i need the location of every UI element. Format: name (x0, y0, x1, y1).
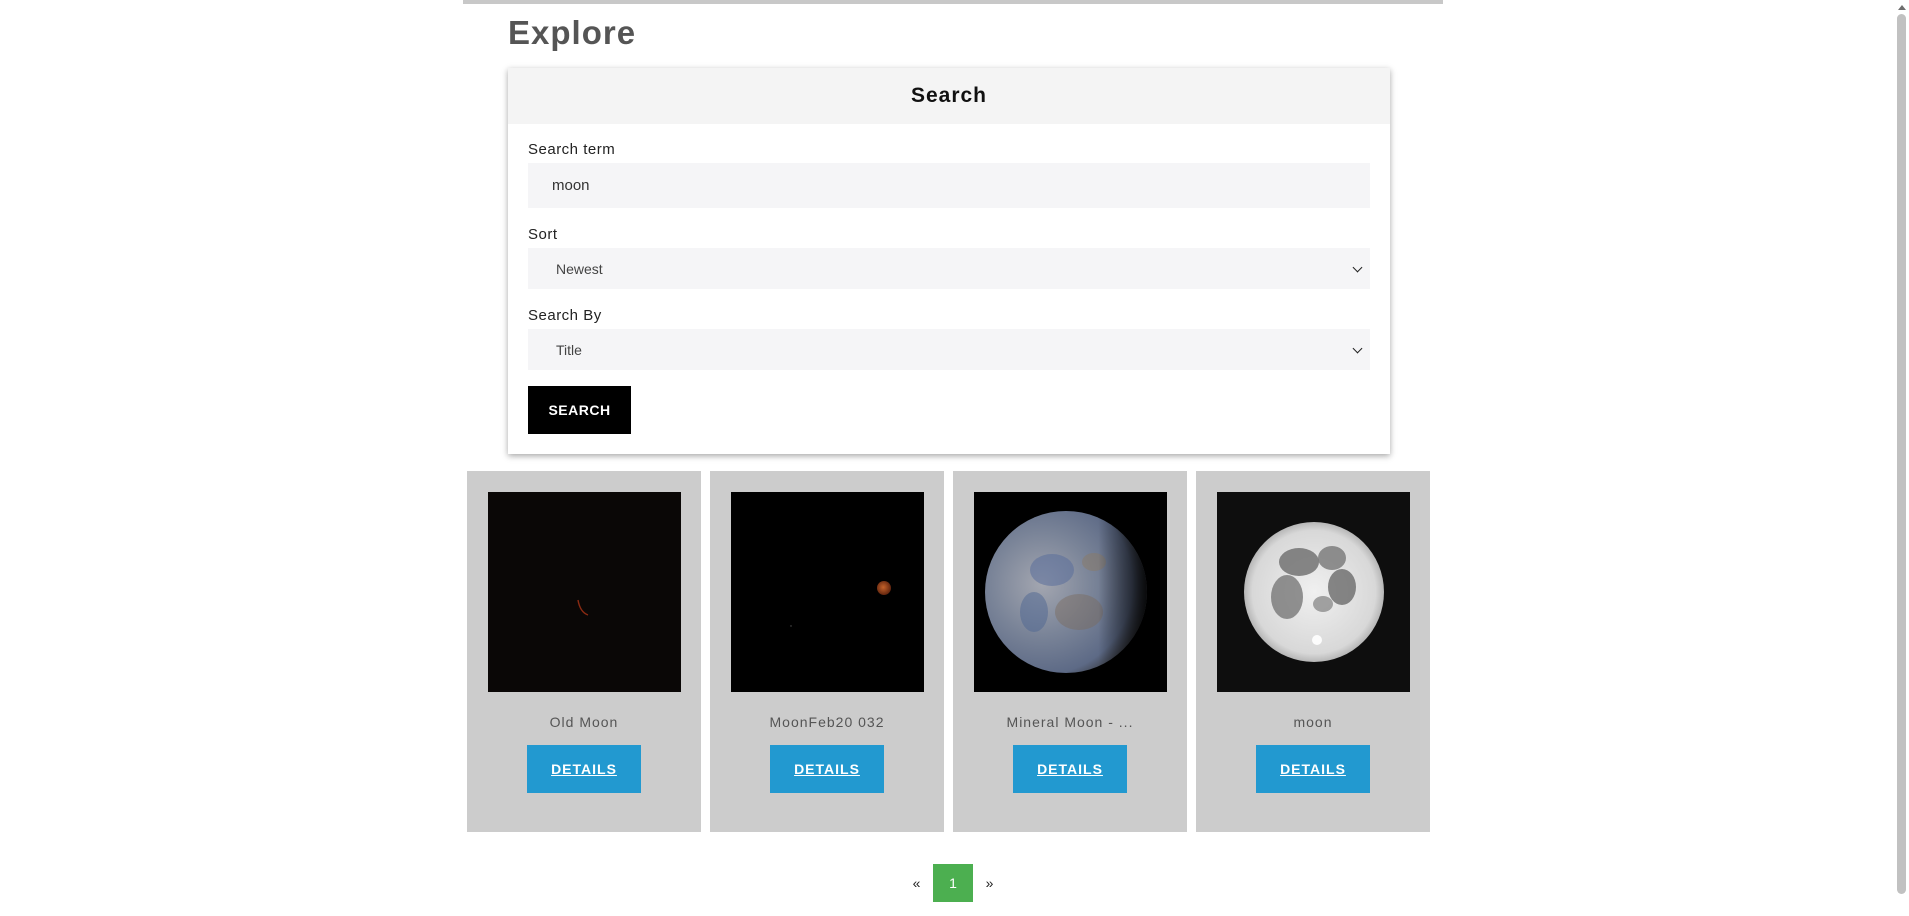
details-button[interactable]: DETAILS (770, 745, 884, 793)
moonfeb20-thumbnail[interactable] (730, 492, 924, 692)
result-card: Old Moon DETAILS (467, 471, 701, 832)
details-button[interactable]: DETAILS (527, 745, 641, 793)
result-title: Old Moon (549, 714, 619, 730)
details-button[interactable]: DETAILS (1013, 745, 1127, 793)
result-title: Mineral Moon - ... (1006, 714, 1134, 730)
result-card: MoonFeb20 032 DETAILS (710, 471, 944, 832)
chevron-down-icon (1352, 343, 1363, 353)
pagination-page-current[interactable]: 1 (933, 864, 973, 902)
search-button[interactable]: SEARCH (528, 386, 631, 434)
details-button[interactable]: DETAILS (1256, 745, 1370, 793)
vertical-scrollbar[interactable] (1894, 0, 1909, 916)
explore-page: Explore Search Search term Sort Newest S… (0, 0, 1909, 916)
result-title: MoonFeb20 032 (769, 714, 885, 730)
result-card: Mineral Moon - ... DETAILS (953, 471, 1187, 832)
pagination-next-button[interactable]: » (973, 864, 1006, 902)
sort-select[interactable]: Newest (528, 248, 1370, 289)
sort-label: Sort (528, 226, 558, 243)
search-by-label: Search By (528, 307, 602, 324)
result-card: moon DETAILS (1196, 471, 1430, 832)
page-title: Explore (508, 14, 637, 51)
results-grid: Old Moon DETAILS MoonFeb20 032 DETAILS M… (467, 471, 1430, 832)
search-panel-header: Search (508, 68, 1390, 124)
search-term-label: Search term (528, 141, 616, 158)
search-form: Search term Sort Newest Search By Title … (508, 141, 1390, 434)
chevron-down-icon (1352, 262, 1363, 272)
search-by-selected-value: Title (556, 341, 582, 358)
pagination-prev-button[interactable]: « (900, 864, 933, 902)
pagination: « 1 » (900, 864, 1006, 902)
search-panel: Search Search term Sort Newest Search By… (508, 68, 1390, 454)
search-term-input[interactable] (528, 163, 1370, 208)
old-moon-thumbnail[interactable] (487, 492, 681, 692)
sort-selected-value: Newest (556, 260, 603, 277)
search-by-select[interactable]: Title (528, 329, 1370, 370)
full-moon-thumbnail[interactable] (1216, 492, 1410, 692)
result-title: moon (1293, 714, 1333, 730)
scroll-up-icon[interactable] (1898, 5, 1906, 10)
scrollbar-thumb[interactable] (1897, 14, 1906, 894)
top-divider (463, 0, 1443, 4)
mineral-moon-thumbnail[interactable] (973, 492, 1167, 692)
